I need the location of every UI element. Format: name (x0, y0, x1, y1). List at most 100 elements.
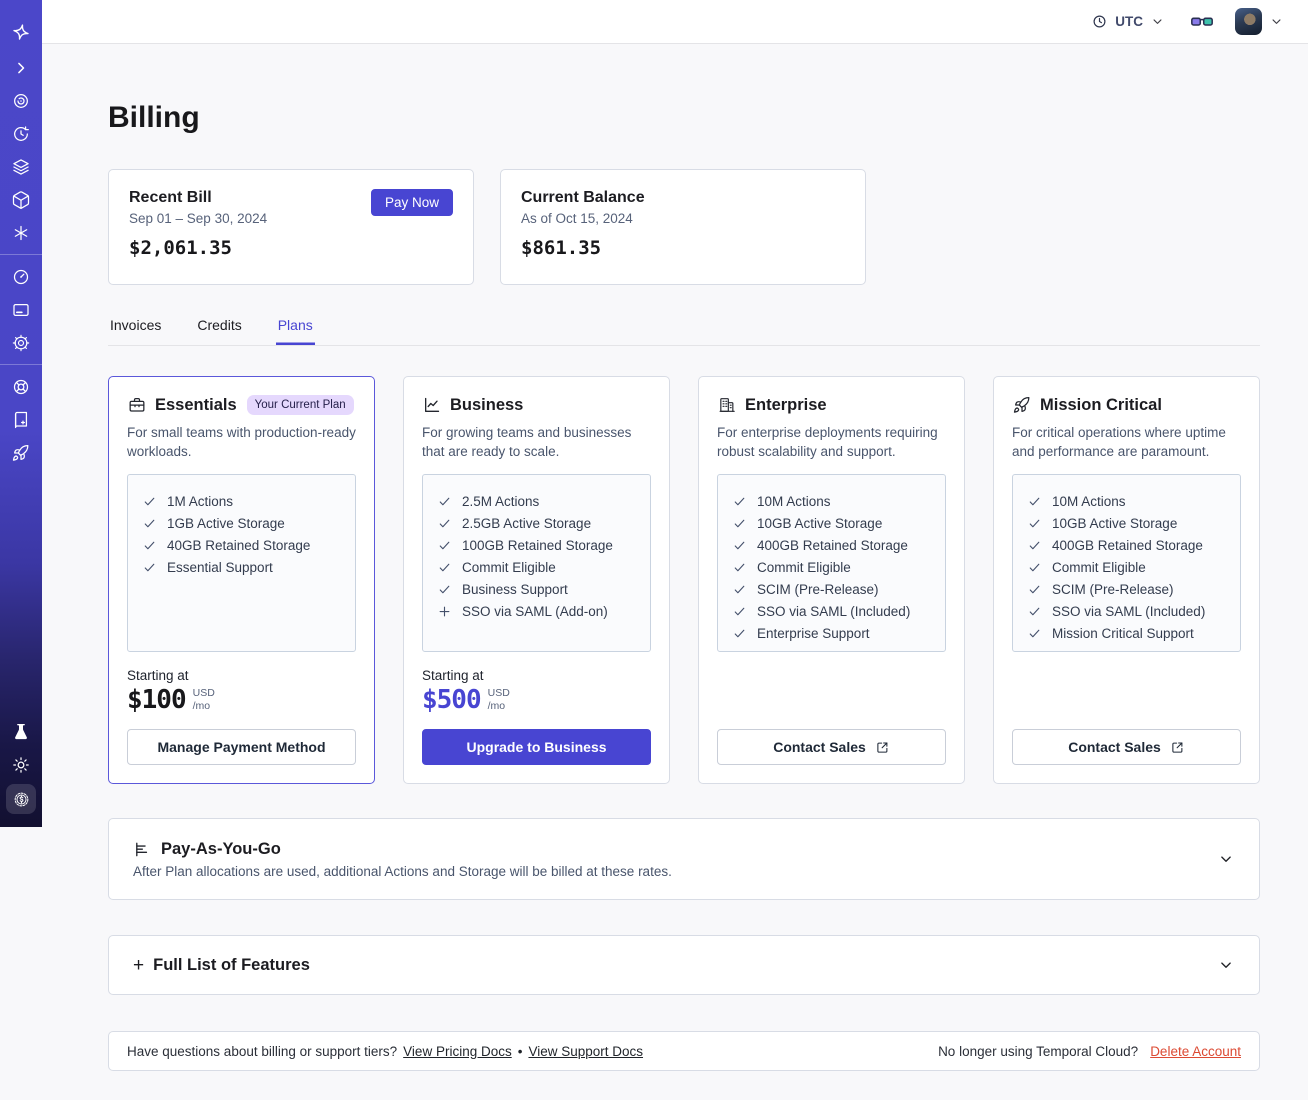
sidebar-item-support[interactable] (0, 370, 42, 403)
plan-description: For small teams with production-ready wo… (127, 425, 356, 460)
account-menu-button[interactable] (1235, 8, 1284, 35)
enterprise-cta-button[interactable]: Contact Sales (717, 729, 946, 765)
plan-feature: Commit Eligible (1027, 556, 1226, 578)
sidebar-item-billing-active[interactable] (0, 781, 42, 817)
payg-title: Pay-As-You-Go (161, 839, 281, 858)
footer-bar: Have questions about billing or support … (108, 1031, 1260, 1071)
plan-feature: SCIM (Pre-Release) (1027, 578, 1226, 600)
plan-feature: 2.5M Actions (437, 490, 636, 512)
plus-icon: + (133, 954, 145, 976)
check-icon (732, 560, 747, 575)
plan-feature: Business Support (437, 578, 636, 600)
price-amount: $500 (422, 685, 482, 716)
check-icon (1027, 626, 1042, 641)
sidebar-item-usage[interactable] (0, 260, 42, 293)
recent-bill-period: Sep 01 – Sep 30, 2024 (129, 211, 268, 226)
check-icon (1027, 560, 1042, 575)
billing-icon (11, 300, 31, 320)
sidebar-item-settings[interactable] (0, 326, 42, 359)
plan-name: Business (450, 395, 524, 414)
plan-card-essentials: Essentials Your Current Plan For small t… (108, 376, 375, 784)
external-link-icon (875, 740, 890, 755)
link-separator: • (517, 1043, 523, 1059)
deployments-icon (11, 190, 31, 210)
check-icon (142, 494, 157, 509)
support-docs-link[interactable]: View Support Docs (528, 1044, 643, 1059)
plan-feature: 40GB Retained Storage (142, 534, 341, 556)
plan-feature: 10M Actions (1027, 490, 1226, 512)
pay-now-button[interactable]: Pay Now (370, 189, 453, 216)
chevron-down-icon (1150, 14, 1165, 29)
sidebar-item-chevron-right[interactable] (0, 51, 42, 84)
tab-plans[interactable]: Plans (276, 311, 315, 345)
3d-glasses-icon (1189, 9, 1215, 35)
plan-card-business: Business For growing teams and businesse… (403, 376, 670, 784)
check-icon (142, 516, 157, 531)
check-icon (732, 494, 747, 509)
pricing-docs-link[interactable]: View Pricing Docs (403, 1044, 512, 1059)
price-amount: $100 (127, 685, 187, 716)
sidebar-item-theme[interactable] (0, 748, 42, 781)
plan-feature: SSO via SAML (Included) (732, 600, 931, 622)
sidebar-item-deployments[interactable] (0, 183, 42, 216)
sidebar-item-schedules[interactable] (0, 117, 42, 150)
tab-invoices[interactable]: Invoices (108, 311, 163, 345)
check-icon (1027, 494, 1042, 509)
current-plan-badge: Your Current Plan (246, 395, 354, 415)
plan-name: Essentials (155, 395, 237, 414)
support-icon (11, 377, 31, 397)
plan-name: Mission Critical (1040, 395, 1162, 414)
building-icon (717, 395, 737, 415)
sidebar-item-getting-started[interactable] (0, 436, 42, 469)
page-title: Billing (108, 101, 200, 134)
check-icon (732, 604, 747, 619)
plan-description: For critical operations where uptime and… (1012, 425, 1226, 460)
full-features-accordion[interactable]: + Full List of Features (108, 935, 1260, 995)
sidebar-divider (0, 254, 42, 255)
check-icon (437, 538, 452, 553)
docs-icon (11, 410, 31, 430)
current-balance-title: Current Balance (521, 189, 645, 206)
plan-card-enterprise: Enterprise For enterprise deployments re… (698, 376, 965, 784)
labs-icon (11, 722, 31, 742)
plan-feature: 400GB Retained Storage (732, 534, 931, 556)
sidebar-item-billing[interactable] (0, 293, 42, 326)
check-icon (437, 494, 452, 509)
chevron-down-icon (1217, 956, 1235, 974)
check-icon (437, 560, 452, 575)
chevron-down-icon (1269, 14, 1284, 29)
payg-accordion[interactable]: Pay-As-You-Go After Plan allocations are… (108, 818, 1260, 900)
mission-critical-cta-button[interactable]: Contact Sales (1012, 729, 1241, 765)
sidebar-item-nexus[interactable] (0, 216, 42, 249)
labs-glasses-button[interactable] (1189, 9, 1215, 35)
theme-icon (11, 755, 31, 775)
tab-credits[interactable]: Credits (195, 311, 243, 345)
plan-feature-box: 10M Actions 10GB Active Storage 400GB Reta… (1012, 474, 1241, 653)
temporal-logo (10, 22, 32, 44)
plus-icon (437, 604, 452, 619)
check-icon (732, 582, 747, 597)
plan-description: For enterprise deployments requiring rob… (717, 425, 938, 460)
schedules-icon (11, 124, 31, 144)
plan-feature: 10GB Active Storage (732, 512, 931, 534)
getting-started-icon (11, 443, 31, 463)
sidebar-item-layers[interactable] (0, 150, 42, 183)
plan-feature: 10M Actions (732, 490, 931, 512)
essentials-cta-button[interactable]: Manage Payment Method (127, 729, 356, 765)
plan-feature: 1GB Active Storage (142, 512, 341, 534)
delete-account-link[interactable]: Delete Account (1150, 1044, 1241, 1059)
payg-chart-icon (133, 840, 152, 859)
sidebar-item-namespaces[interactable] (0, 84, 42, 117)
plan-feature: SSO via SAML (Included) (1027, 600, 1226, 622)
timezone-selector[interactable]: UTC (1091, 13, 1165, 30)
price-label: Starting at (422, 668, 484, 684)
sidebar-item-temporal-logo[interactable] (0, 14, 42, 51)
recent-bill-title: Recent Bill (129, 189, 212, 206)
sidebar-item-labs[interactable] (0, 715, 42, 748)
sidebar-divider (0, 364, 42, 365)
namespaces-icon (11, 91, 31, 111)
sidebar-item-docs[interactable] (0, 403, 42, 436)
avatar (1235, 8, 1262, 35)
topbar: UTC (42, 0, 1308, 44)
business-cta-button[interactable]: Upgrade to Business (422, 729, 651, 765)
